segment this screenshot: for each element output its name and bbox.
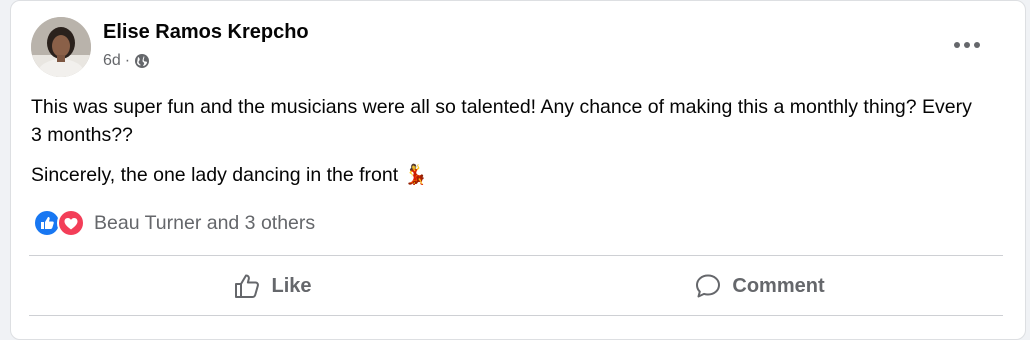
- post-actions: Like Comment: [29, 257, 1003, 315]
- divider: [29, 315, 1003, 316]
- love-reaction-icon: [57, 209, 85, 237]
- avatar-image: [31, 17, 91, 77]
- post-timestamp[interactable]: 6d: [103, 52, 121, 70]
- post-paragraph-1: This was super fun and the musicians wer…: [31, 96, 972, 146]
- like-button[interactable]: Like: [29, 257, 516, 315]
- reactions-summary[interactable]: Beau Turner and 3 others: [33, 209, 315, 237]
- more-options-icon: [954, 42, 980, 48]
- author-name[interactable]: Elise Ramos Krepcho: [103, 21, 309, 44]
- dancer-emoji: 💃: [403, 164, 428, 186]
- more-options-button[interactable]: [949, 35, 985, 55]
- reactions-text[interactable]: Beau Turner and 3 others: [94, 212, 315, 235]
- reaction-icons: [33, 209, 85, 237]
- avatar[interactable]: [31, 17, 91, 77]
- thumbs-up-icon: [235, 274, 260, 298]
- post-card: Elise Ramos Krepcho 6d · This was super …: [10, 0, 1026, 340]
- meta-separator: ·: [124, 52, 131, 69]
- post-paragraph-2: Sincerely, the one lady dancing in the f…: [31, 161, 981, 189]
- comment-icon: [696, 274, 721, 298]
- post-body: This was super fun and the musicians wer…: [31, 93, 981, 201]
- globe-icon: [135, 54, 150, 68]
- post-paragraph-2-text: Sincerely, the one lady dancing in the f…: [31, 164, 399, 186]
- divider: [29, 255, 1003, 256]
- comment-button[interactable]: Comment: [516, 257, 1003, 315]
- comment-label: Comment: [732, 274, 825, 297]
- post-meta: 6d ·: [103, 52, 150, 70]
- like-label: Like: [271, 274, 312, 297]
